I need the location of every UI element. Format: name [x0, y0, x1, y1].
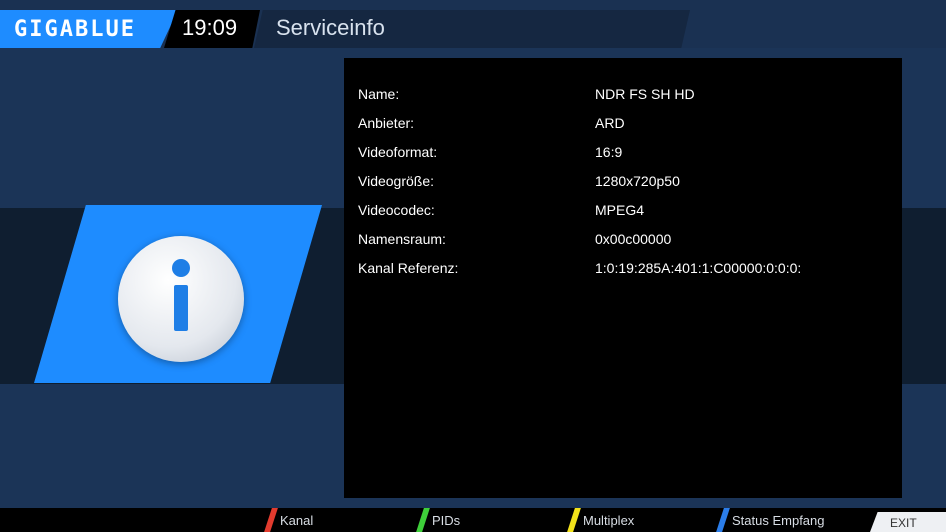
- footer-button-label: Kanal: [280, 513, 314, 528]
- info-label: Anbieter:: [358, 115, 415, 131]
- info-label: Videoformat:: [358, 144, 438, 160]
- info-value: 0x00c00000: [595, 231, 672, 247]
- top-bar: GIGABLUE 19:09 Serviceinfo: [0, 0, 946, 48]
- footer-button-label: PIDs: [432, 513, 461, 528]
- green-key-icon: [416, 508, 430, 532]
- info-icon-bar: [174, 285, 188, 331]
- green-button-pids[interactable]: PIDs: [416, 508, 550, 532]
- info-row-videosize: Videogröße: 1280x720p50: [358, 173, 898, 195]
- service-info-panel: Name: NDR FS SH HD Anbieter: ARD Videofo…: [344, 58, 902, 498]
- red-key-icon: [264, 508, 278, 532]
- info-row-videocodec: Videocodec: MPEG4: [358, 202, 898, 224]
- info-label: Namensraum:: [358, 231, 446, 247]
- info-row-name: Name: NDR FS SH HD: [358, 86, 898, 108]
- footer-button-label: Status Empfang: [732, 513, 825, 528]
- info-label: Videocodec:: [358, 202, 435, 218]
- yellow-key-icon: [567, 508, 581, 532]
- info-value: MPEG4: [595, 202, 645, 218]
- info-row-namespace: Namensraum: 0x00c00000: [358, 231, 898, 253]
- info-label: Kanal Referenz:: [358, 260, 459, 276]
- blue-button-status-empfang[interactable]: Status Empfang: [716, 508, 860, 532]
- info-value: NDR FS SH HD: [595, 86, 695, 102]
- info-row-provider: Anbieter: ARD: [358, 115, 898, 137]
- footer-button-label: Multiplex: [583, 513, 635, 528]
- info-row-videoformat: Videoformat: 16:9: [358, 144, 898, 166]
- exit-button[interactable]: EXIT: [890, 516, 917, 530]
- yellow-button-multiplex[interactable]: Multiplex: [567, 508, 701, 532]
- info-value: 1:0:19:285A:401:1:C00000:0:0:0:: [595, 260, 802, 276]
- red-button-kanal[interactable]: Kanal: [264, 508, 398, 532]
- page-title: Serviceinfo: [276, 15, 385, 40]
- footer-bar: Kanal PIDs Multiplex Status Empfang: [0, 508, 946, 532]
- info-value: 1280x720p50: [595, 173, 680, 189]
- brand-logo: GIGABLUE: [14, 17, 136, 42]
- info-icon-dot: [172, 259, 190, 277]
- blue-key-icon: [716, 508, 730, 532]
- info-label: Name:: [358, 86, 400, 102]
- clock: 19:09: [182, 15, 238, 40]
- info-label: Videogröße:: [358, 173, 435, 189]
- info-value: ARD: [595, 115, 625, 131]
- info-value: 16:9: [595, 144, 623, 160]
- info-row-channel-reference: Kanal Referenz: 1:0:19:285A:401:1:C00000…: [358, 260, 898, 282]
